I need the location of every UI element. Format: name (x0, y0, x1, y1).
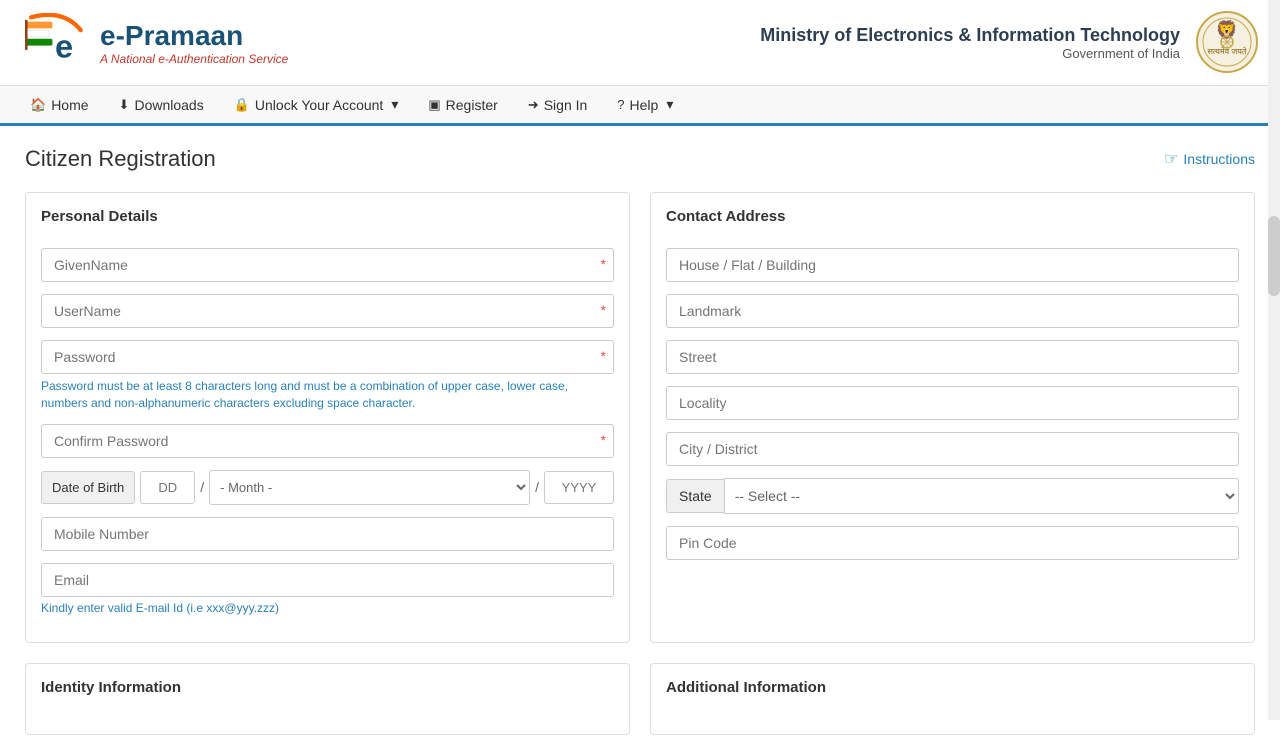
nav-register[interactable]: ▣ Register (413, 86, 512, 123)
scrollbar[interactable] (1268, 0, 1280, 720)
download-icon: ⬇ (119, 97, 130, 113)
nav-home-label: Home (51, 97, 88, 113)
help-icon: ? (617, 97, 624, 112)
nav-downloads-label: Downloads (134, 97, 203, 113)
given-name-required: * (601, 256, 606, 272)
header-right: Ministry of Electronics & Information Te… (760, 10, 1260, 75)
ministry-sub: Government of India (760, 46, 1180, 61)
confirm-password-field-wrapper: * (41, 424, 614, 458)
ministry-text: Ministry of Electronics & Information Te… (760, 25, 1180, 61)
password-required: * (601, 348, 606, 364)
main-content: Citizen Registration ☞ Instructions Pers… (0, 126, 1280, 755)
instructions-finger-icon: ☞ (1164, 149, 1178, 169)
dob-label: Date of Birth (41, 471, 135, 504)
nav-unlock[interactable]: 🔒 Unlock Your Account ▾ (219, 86, 414, 123)
page-header: Citizen Registration ☞ Instructions (25, 146, 1255, 172)
email-field-wrapper: Kindly enter valid E-mail Id (i.e xxx@yy… (41, 563, 614, 615)
state-select[interactable]: -- Select -- Andhra Pradesh Assam Bihar … (724, 478, 1239, 514)
house-field-wrapper (666, 248, 1239, 282)
email-help-text: Kindly enter valid E-mail Id (i.e xxx@yy… (41, 601, 614, 615)
nav-downloads[interactable]: ⬇ Downloads (104, 86, 219, 123)
logo-subtitle: A National e-Authentication Service (100, 52, 288, 66)
dob-year-input[interactable] (544, 471, 614, 504)
state-row: State -- Select -- Andhra Pradesh Assam … (666, 478, 1239, 514)
form-grid: Personal Details * * * Password must be … (25, 192, 1255, 643)
username-required: * (601, 302, 606, 318)
state-label: State (666, 479, 724, 513)
contact-address-title: Contact Address (666, 208, 1239, 233)
dob-row: Date of Birth / - Month - January Februa… (41, 470, 614, 505)
instructions-link[interactable]: ☞ Instructions (1164, 149, 1255, 169)
confirm-password-input[interactable] (41, 424, 614, 458)
pincode-input[interactable] (666, 526, 1239, 560)
unlock-dropdown-icon: ▾ (391, 96, 398, 113)
nav-home[interactable]: 🏠 Home (15, 86, 104, 123)
navbar: 🏠 Home ⬇ Downloads 🔒 Unlock Your Account… (0, 86, 1280, 126)
given-name-input[interactable] (41, 248, 614, 282)
ministry-title: Ministry of Electronics & Information Te… (760, 25, 1180, 46)
username-input[interactable] (41, 294, 614, 328)
nav-unlock-label: Unlock Your Account (255, 97, 383, 113)
additional-title: Additional Information (666, 679, 1239, 704)
nav-help-label: Help (630, 97, 659, 113)
dob-month-select[interactable]: - Month - January February March April M… (209, 470, 530, 505)
instructions-label: Instructions (1183, 151, 1255, 167)
page-title: Citizen Registration (25, 146, 216, 172)
given-name-field-wrapper: * (41, 248, 614, 282)
scroll-thumb[interactable] (1268, 216, 1280, 296)
landmark-field-wrapper (666, 294, 1239, 328)
confirm-password-required: * (601, 432, 606, 448)
city-input[interactable] (666, 432, 1239, 466)
logo-icon: e (20, 13, 90, 73)
dob-sep-2: / (535, 479, 539, 495)
india-emblem-icon: 🦁 सत्यमेव जयते (1195, 10, 1260, 75)
register-icon: ▣ (428, 97, 440, 113)
email-input[interactable] (41, 563, 614, 597)
username-field-wrapper: * (41, 294, 614, 328)
nav-register-label: Register (446, 97, 498, 113)
pincode-field-wrapper (666, 526, 1239, 560)
city-field-wrapper (666, 432, 1239, 466)
landmark-input[interactable] (666, 294, 1239, 328)
identity-title: Identity Information (41, 679, 614, 704)
nav-help[interactable]: ? Help ▾ (602, 86, 688, 123)
password-help-text: Password must be at least 8 characters l… (41, 378, 614, 412)
mobile-input[interactable] (41, 517, 614, 551)
password-input[interactable] (41, 340, 614, 374)
logo-text-area: e-Pramaan A National e-Authentication Se… (100, 20, 288, 66)
dob-sep-1: / (200, 479, 204, 495)
mobile-field-wrapper (41, 517, 614, 551)
contact-address-section: Contact Address State (650, 192, 1255, 643)
help-dropdown-icon: ▾ (666, 96, 673, 113)
house-input[interactable] (666, 248, 1239, 282)
additional-section: Additional Information (650, 663, 1255, 735)
locality-input[interactable] (666, 386, 1239, 420)
nav-signin[interactable]: ➜ Sign In (513, 86, 603, 123)
logo-area: e e-Pramaan A National e-Authentication … (20, 13, 288, 73)
header: e e-Pramaan A National e-Authentication … (0, 0, 1280, 86)
street-input[interactable] (666, 340, 1239, 374)
personal-details-section: Personal Details * * * Password must be … (25, 192, 630, 643)
signin-icon: ➜ (528, 97, 539, 113)
lock-icon: 🔒 (234, 97, 250, 113)
bottom-sections: Identity Information Additional Informat… (25, 663, 1255, 735)
svg-text:e: e (55, 28, 73, 64)
dob-dd-input[interactable] (140, 471, 195, 504)
password-field-wrapper: * Password must be at least 8 characters… (41, 340, 614, 412)
logo-title: e-Pramaan (100, 20, 288, 52)
nav-signin-label: Sign In (544, 97, 588, 113)
locality-field-wrapper (666, 386, 1239, 420)
street-field-wrapper (666, 340, 1239, 374)
home-icon: 🏠 (30, 97, 46, 113)
personal-details-title: Personal Details (41, 208, 614, 233)
identity-section: Identity Information (25, 663, 630, 735)
